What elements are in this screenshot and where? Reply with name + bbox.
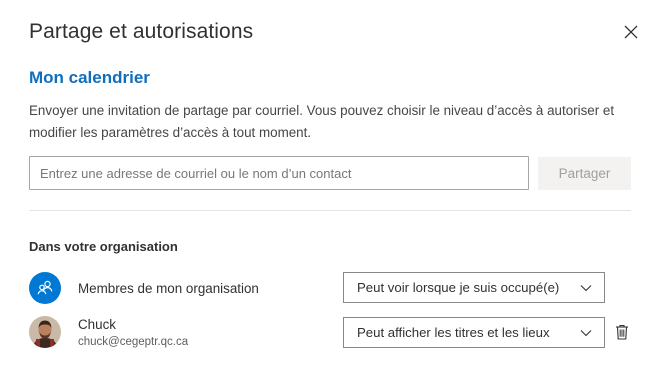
organization-permission-dropdown[interactable]: Peut voir lorsque je suis occupé(e) bbox=[343, 272, 605, 303]
group-icon bbox=[37, 280, 53, 295]
share-button[interactable]: Partager bbox=[538, 157, 631, 190]
dialog-title: Partage et autorisations bbox=[29, 20, 254, 43]
avatar bbox=[29, 316, 61, 348]
organization-permission-value: Peut voir lorsque je suis occupé(e) bbox=[357, 280, 560, 295]
close-button[interactable] bbox=[619, 20, 643, 44]
trash-icon bbox=[616, 324, 628, 340]
chevron-down-icon bbox=[580, 285, 592, 292]
contact-permission-dropdown[interactable]: Peut afficher les titres et les lieux bbox=[343, 317, 605, 348]
calendar-name: Mon calendrier bbox=[29, 68, 150, 87]
contact-name: Chuck bbox=[78, 317, 116, 332]
invite-input[interactable] bbox=[29, 156, 529, 190]
remove-contact-button[interactable] bbox=[613, 323, 631, 341]
organization-members-avatar bbox=[29, 272, 61, 304]
share-description: Envoyer une invitation de partage par co… bbox=[29, 103, 615, 140]
organization-heading: Dans votre organisation bbox=[29, 239, 178, 254]
divider bbox=[29, 210, 631, 211]
share-dialog: Partage et autorisations Mon calendrier … bbox=[0, 0, 660, 370]
contact-email: chuck@cegeptr.qc.ca bbox=[78, 336, 189, 348]
organization-members-label: Membres de mon organisation bbox=[78, 281, 259, 296]
close-icon bbox=[624, 25, 638, 39]
contact-permission-value: Peut afficher les titres et les lieux bbox=[357, 325, 550, 340]
chevron-down-icon bbox=[580, 330, 592, 337]
